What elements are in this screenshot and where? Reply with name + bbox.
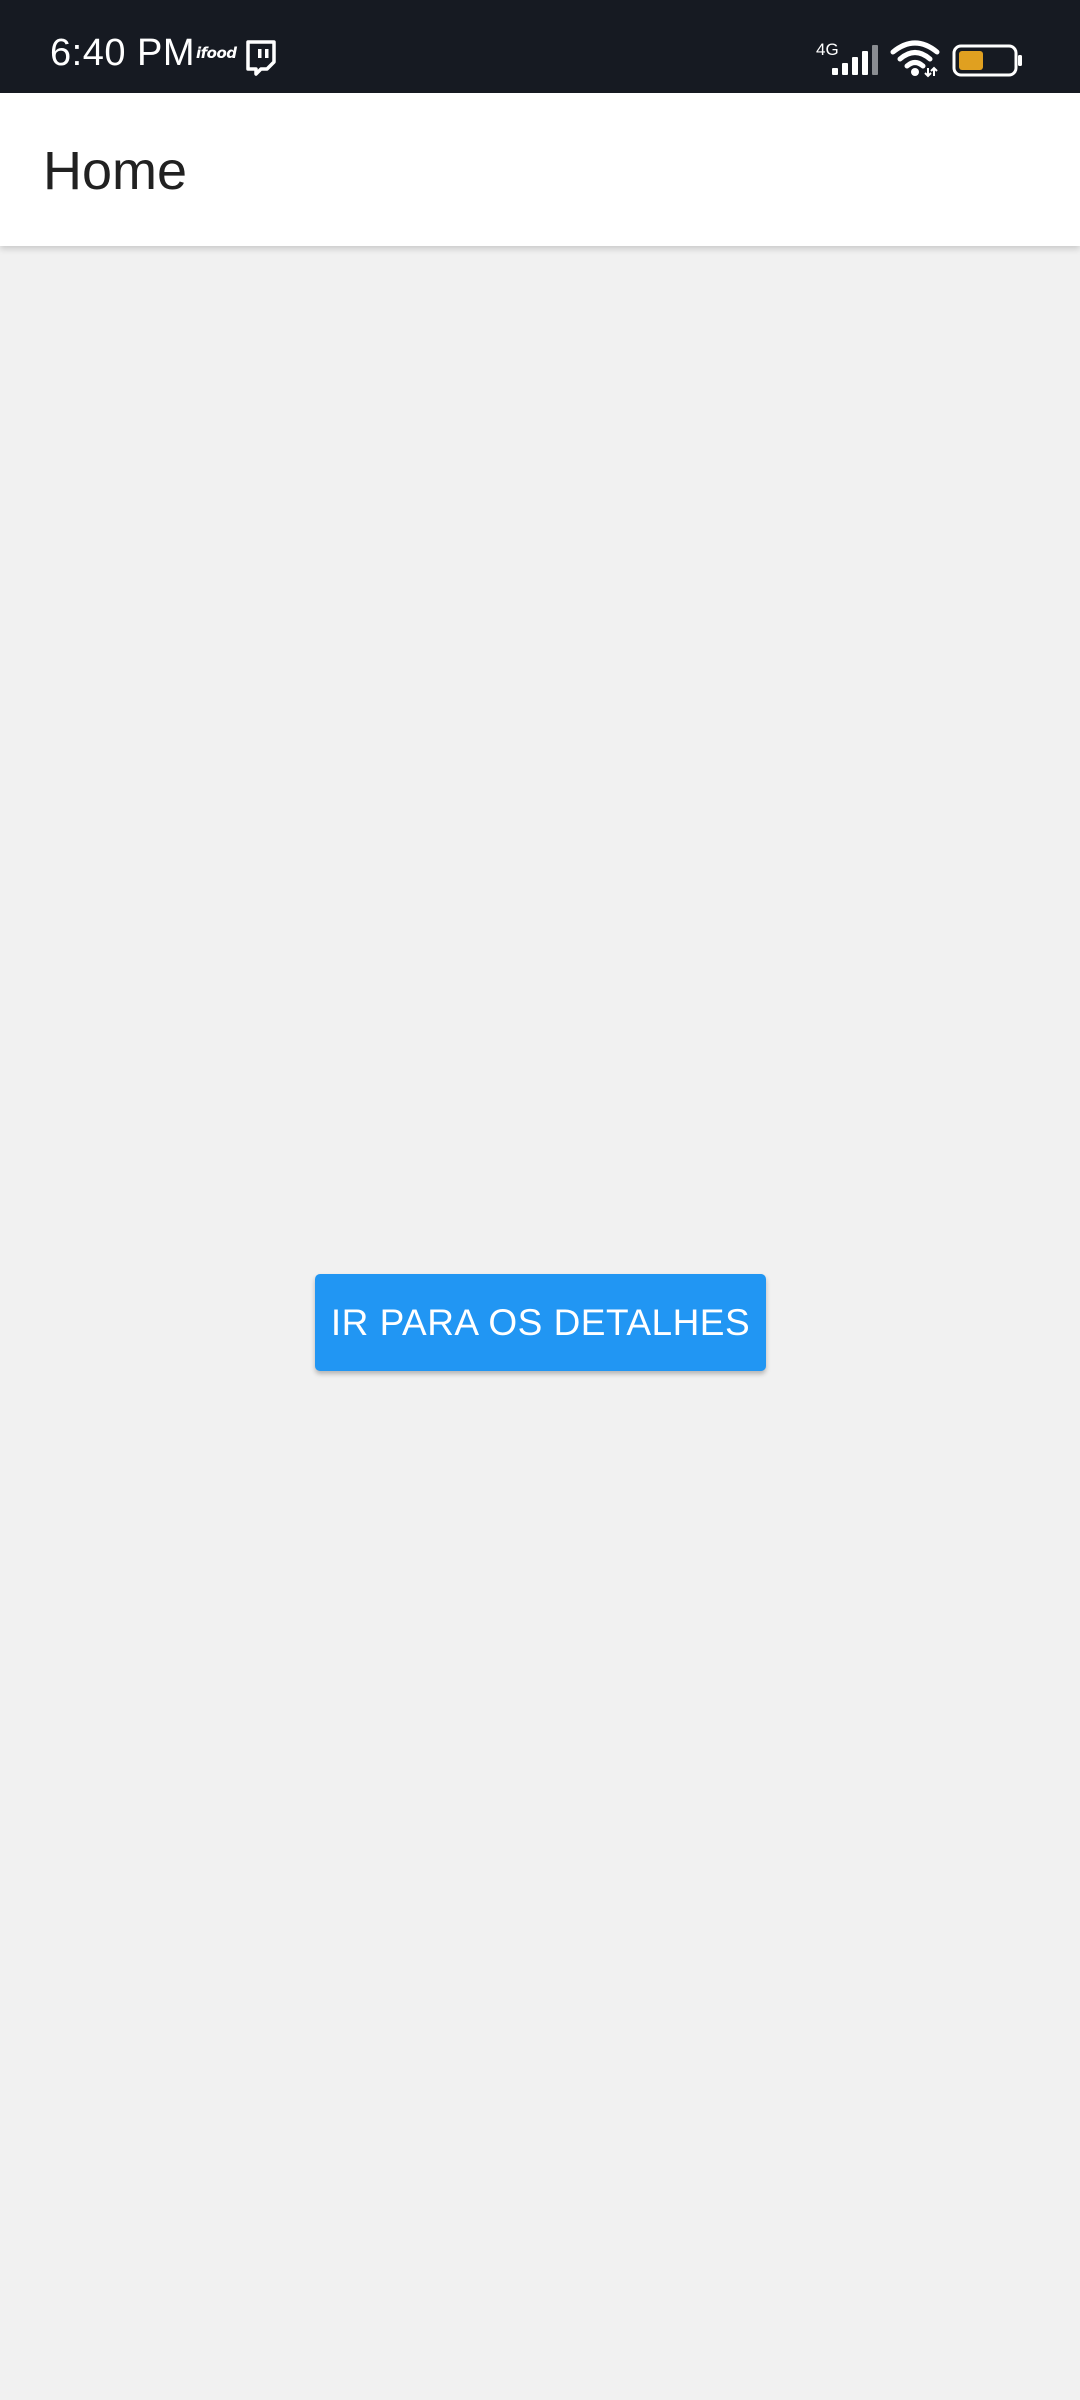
- ifood-icon: ifood: [196, 44, 237, 62]
- app-bar: Home: [0, 93, 1080, 246]
- battery-icon: [952, 44, 1024, 83]
- cell-signal-icon: [830, 44, 882, 81]
- status-bar: 6:40 PM ifood 4G: [0, 0, 1080, 93]
- page-title: Home: [43, 141, 188, 201]
- twitch-icon: [246, 40, 276, 81]
- details-button[interactable]: IR PARA OS DETALHES: [315, 1274, 766, 1371]
- status-time: 6:40 PM: [50, 32, 196, 74]
- wifi-icon: [890, 40, 940, 83]
